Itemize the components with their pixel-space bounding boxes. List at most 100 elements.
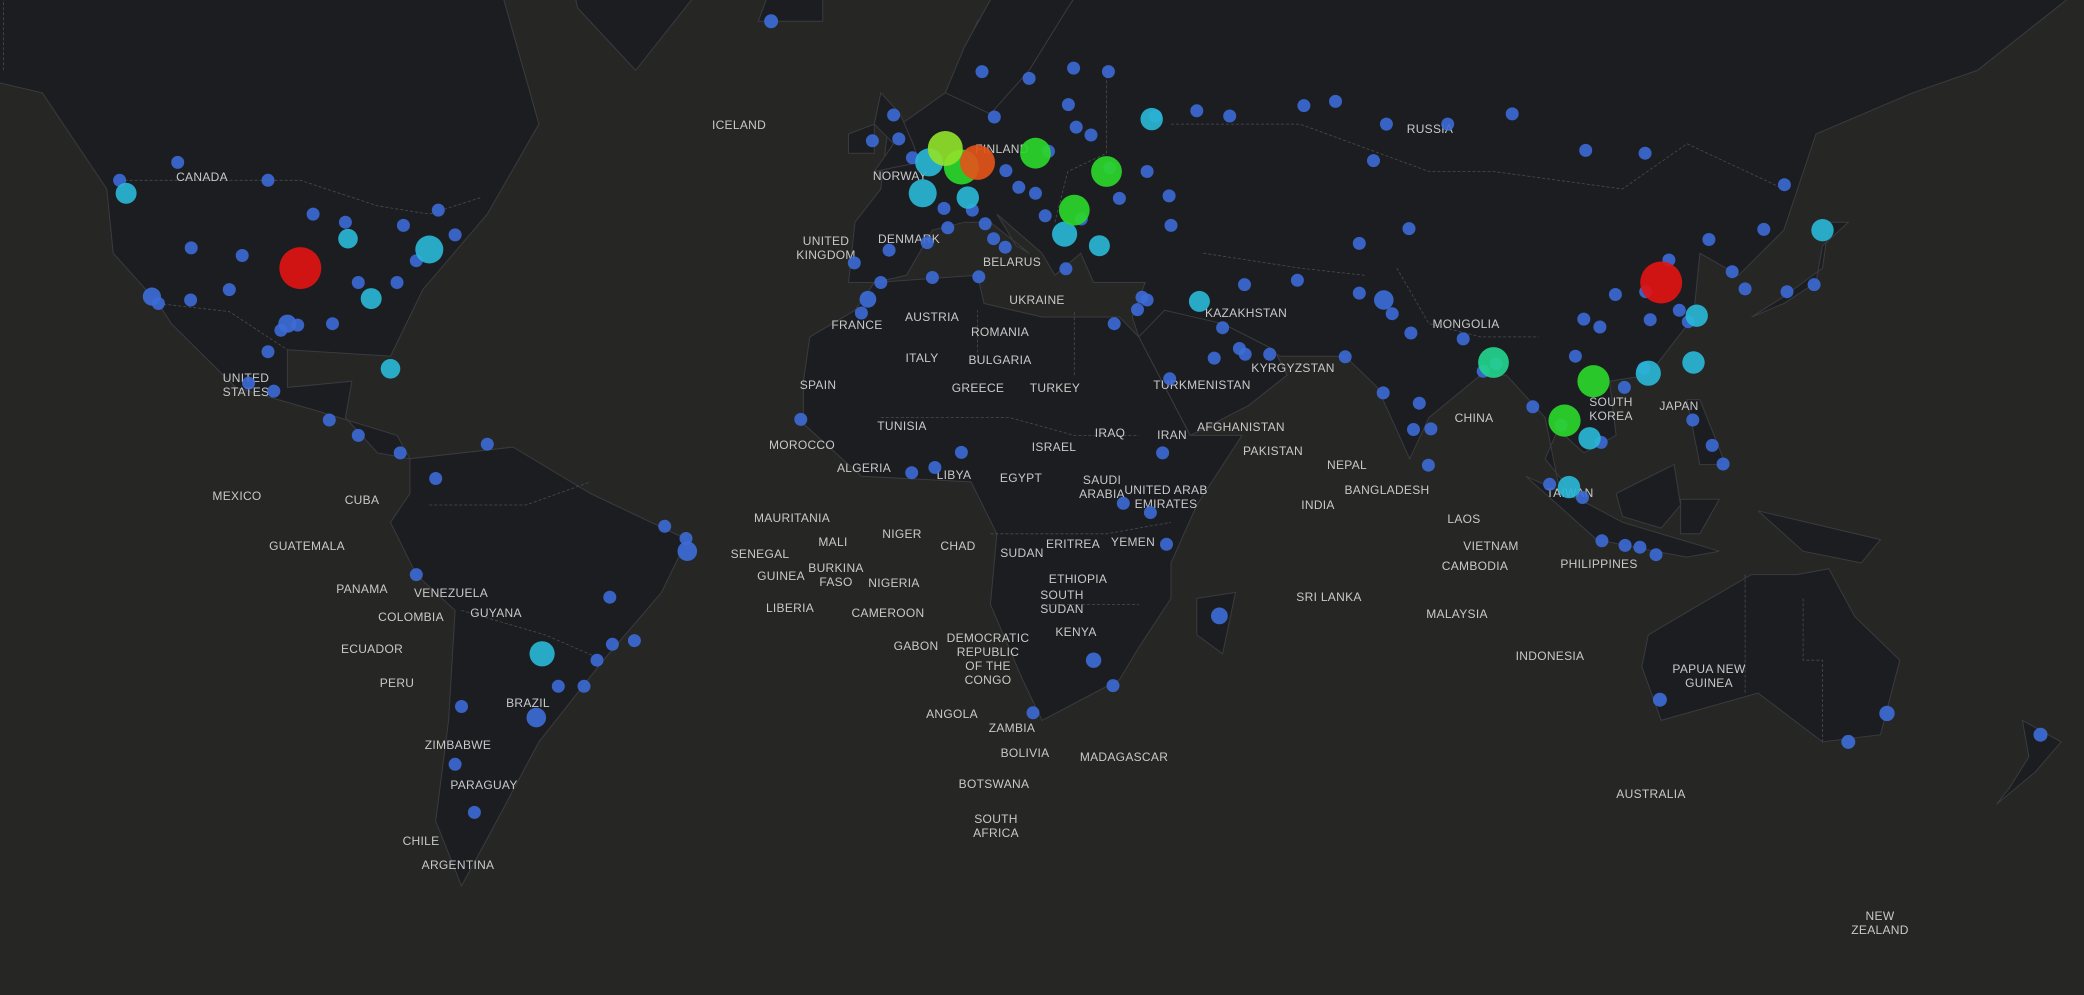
map-marker-minor[interactable] [1402,222,1416,236]
map-marker-minor[interactable] [972,270,986,284]
map-marker-minor[interactable] [1338,350,1352,364]
map-marker-minor[interactable] [1376,386,1390,400]
map-marker-minor[interactable] [242,376,256,390]
map-marker-hong-kong[interactable] [1635,360,1661,386]
map-marker-minor[interactable] [1577,312,1591,326]
map-marker-minor[interactable] [1143,506,1157,519]
map-marker-minor[interactable] [235,249,249,262]
map-marker-cambodia[interactable] [1578,427,1601,450]
map-marker-minor[interactable] [658,519,672,533]
map-marker-minor[interactable] [1164,218,1178,232]
map-marker-minor[interactable] [1672,303,1686,317]
map-marker-minor[interactable] [1780,285,1794,299]
map-marker-minor[interactable] [261,345,275,359]
map-marker-poland[interactable] [1020,137,1051,169]
map-marker-minor[interactable] [1593,320,1607,334]
map-marker-minor[interactable] [1116,496,1130,510]
map-marker-minor[interactable] [1329,94,1342,108]
map-marker-minor[interactable] [1190,104,1204,118]
map-marker-paraguay[interactable] [529,641,555,667]
map-marker-minor[interactable] [1290,273,1304,287]
map-marker-minor[interactable] [1404,326,1418,340]
map-marker-minor[interactable] [882,243,896,257]
map-marker-minor[interactable] [1223,109,1237,123]
map-marker-minor[interactable] [590,653,604,667]
map-marker-minor[interactable] [847,256,861,270]
map-marker-minor[interactable] [261,173,275,187]
map-marker-minor[interactable] [1112,191,1126,205]
map-marker-minor[interactable] [1617,380,1631,394]
map-marker-minor[interactable] [326,317,339,331]
map-marker-madagascar[interactable] [1211,607,1228,625]
map-marker-minor[interactable] [1568,349,1582,363]
map-marker-romania[interactable] [1058,194,1090,226]
map-marker-minor[interactable] [1725,265,1739,279]
map-marker-minor[interactable] [1456,332,1470,346]
map-marker-australia-east[interactable] [1879,705,1895,722]
map-marker-minor[interactable] [1059,262,1073,276]
map-marker-minor[interactable] [1084,128,1098,142]
map-marker-minor[interactable] [1038,209,1052,223]
map-marker-minor[interactable] [448,228,462,242]
map-marker-minor[interactable] [338,215,352,229]
map-marker-minor[interactable] [1061,98,1075,112]
map-marker-minor[interactable] [1702,233,1716,246]
map-marker-minor[interactable] [925,271,939,284]
map-marker-minor[interactable] [1022,71,1036,85]
map-marker-russia-west[interactable] [1140,107,1163,131]
map-marker-cuba[interactable] [380,359,401,379]
map-marker-minor[interactable] [393,446,407,460]
map-marker-minor[interactable] [1297,99,1311,113]
map-marker-minor[interactable] [1738,282,1752,296]
map-marker-minor[interactable] [1595,534,1609,548]
map-marker-minor[interactable] [1263,347,1277,361]
map-marker-minor[interactable] [1633,540,1647,554]
map-marker-minor[interactable] [1352,286,1366,300]
map-marker-thailand[interactable] [1548,404,1581,437]
map-marker-minor[interactable] [1101,65,1115,79]
map-marker-minor[interactable] [1232,342,1246,355]
map-marker-minor[interactable] [577,679,591,693]
map-marker-us-east[interactable] [415,235,444,264]
map-marker-minor[interactable] [171,155,185,169]
map-marker-minor[interactable] [1160,537,1173,551]
map-marker-japan-north[interactable] [1811,219,1834,242]
map-marker-minor[interactable] [975,65,989,79]
map-marker-minor[interactable] [627,634,641,648]
map-marker-minor[interactable] [937,201,951,215]
map-marker-us-south[interactable] [360,288,382,310]
map-marker-minor[interactable] [978,217,992,231]
map-marker-minor[interactable] [1029,186,1042,200]
map-marker-shanghai[interactable] [1685,304,1708,327]
map-marker-minor[interactable] [1379,117,1393,131]
map-marker-minor[interactable] [794,412,808,426]
map-marker-us-tx[interactable] [278,314,297,333]
world-map[interactable]: CANADA ICELAND NORWAY FINLAND RUSSIA UNITED KI… [0,0,2084,995]
map-marker-argentina[interactable] [526,707,547,728]
map-marker-china-east[interactable] [1640,261,1683,304]
map-marker-minor[interactable] [954,445,968,459]
map-marker-turkey[interactable] [1088,235,1110,257]
map-marker-minor[interactable] [1207,351,1221,365]
map-marker-minor[interactable] [887,108,901,122]
map-marker-minor[interactable] [184,293,198,307]
map-marker-minor[interactable] [306,207,320,221]
map-marker-minor[interactable] [928,461,942,474]
map-marker-us-west[interactable] [115,182,137,204]
map-marker-minor[interactable] [467,805,481,819]
map-marker-minor[interactable] [1012,180,1026,194]
map-marker-minor[interactable] [1216,321,1230,335]
map-marker-germany[interactable] [960,144,995,180]
map-marker-minor[interactable] [874,276,888,289]
map-marker-minor[interactable] [999,164,1013,178]
map-marker-minor[interactable] [1579,143,1593,157]
map-marker-minor[interactable] [351,428,365,442]
map-canvas[interactable]: CANADAICELANDNORWAYFINLANDRUSSIAUNITED KI… [0,0,2084,995]
map-marker-minor[interactable] [603,590,617,604]
map-marker-minor[interactable] [865,134,879,148]
map-marker-minor[interactable] [409,568,423,582]
map-marker-brazil-east[interactable] [677,541,698,561]
map-marker-minor[interactable] [1412,396,1426,410]
map-marker-south-africa[interactable] [1085,652,1102,668]
map-marker-vietnam[interactable] [1577,365,1610,398]
